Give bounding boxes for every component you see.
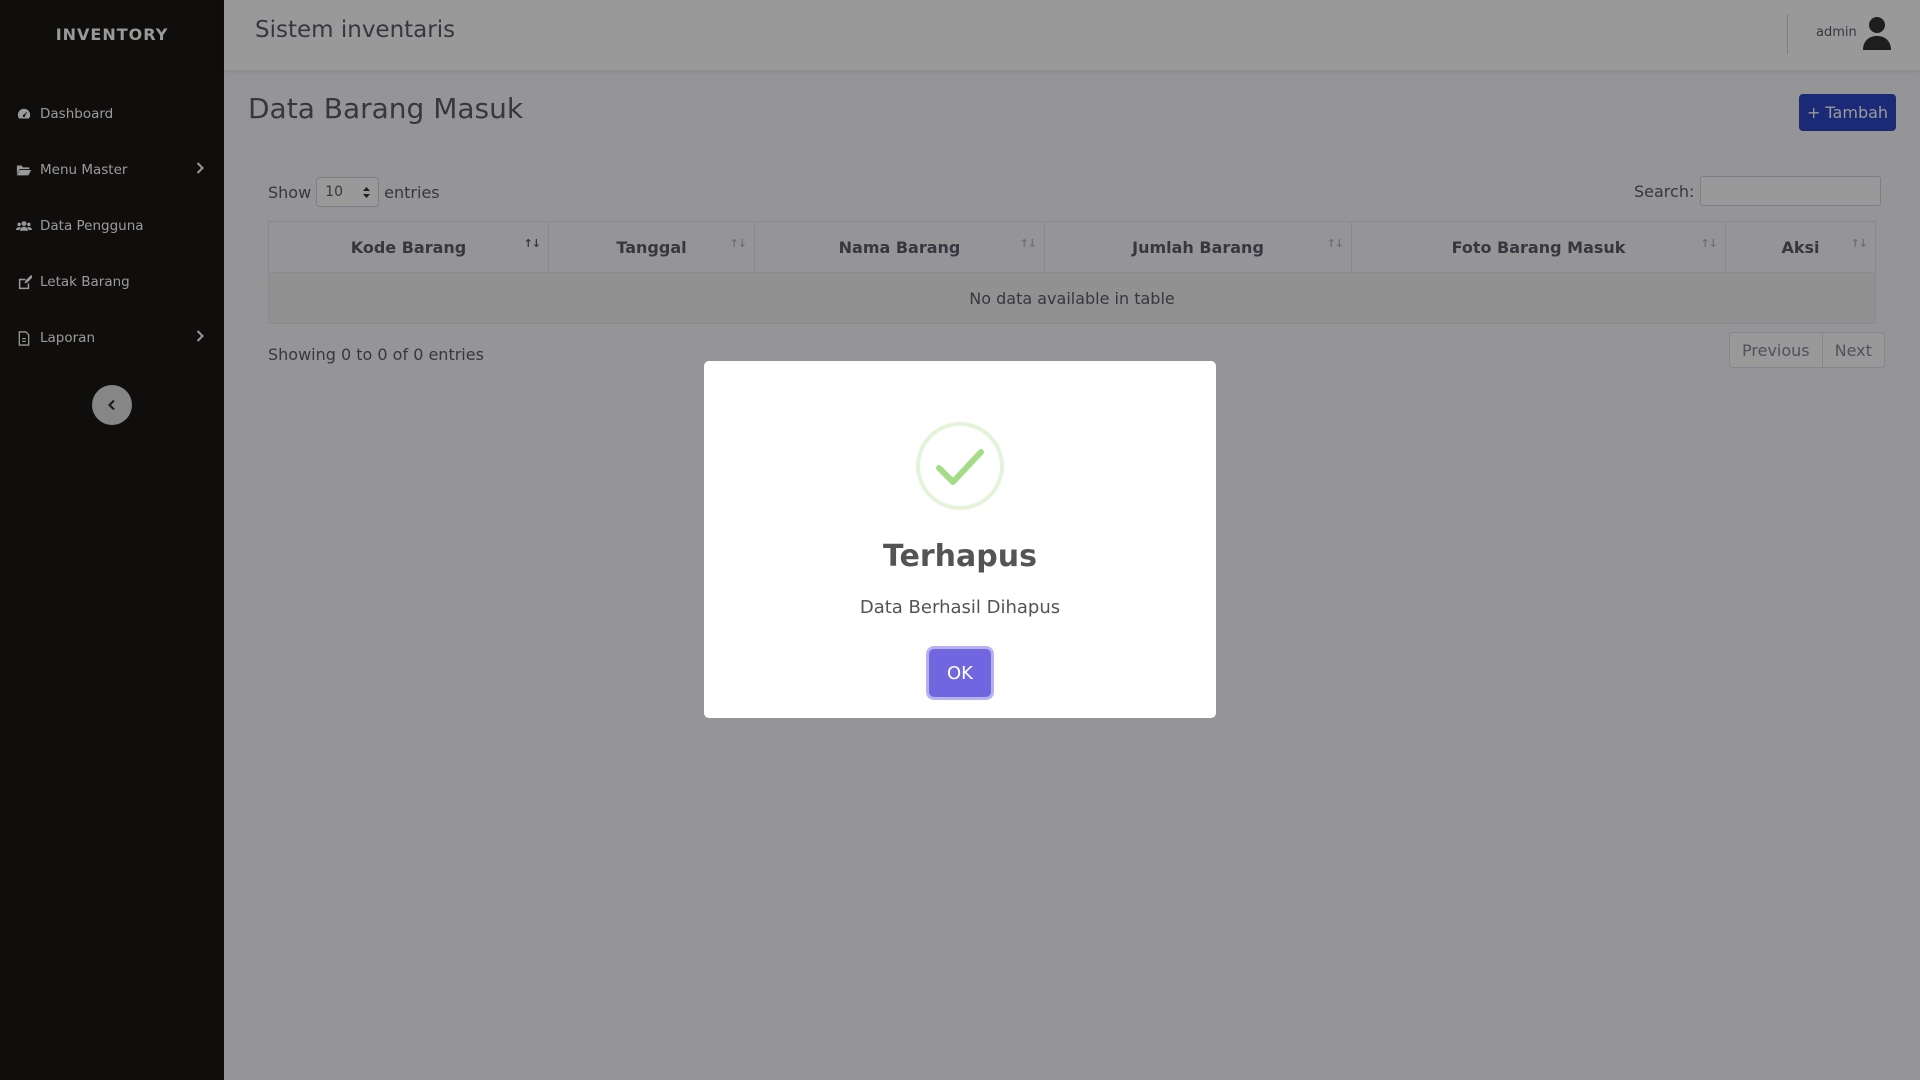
dialog-message: Data Berhasil Dihapus xyxy=(859,597,1061,618)
dialog-title: Terhapus xyxy=(883,539,1037,574)
ok-button[interactable]: OK xyxy=(929,649,991,697)
success-check-icon xyxy=(915,421,1005,511)
success-dialog: Terhapus Data Berhasil Dihapus OK xyxy=(704,361,1216,718)
